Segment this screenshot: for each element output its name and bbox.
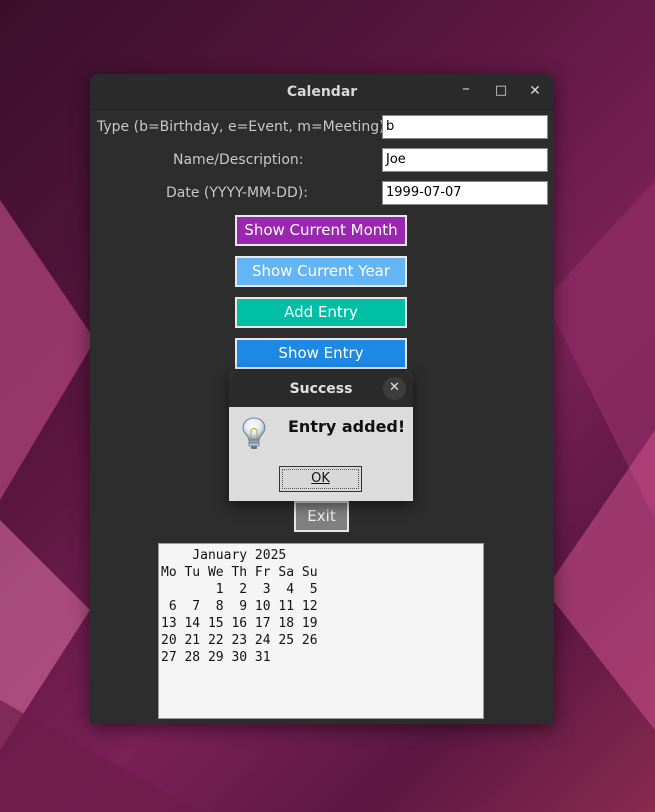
lightbulb-icon xyxy=(242,417,266,449)
ok-button[interactable]: OK xyxy=(279,466,362,492)
name-input[interactable]: Joe xyxy=(382,148,548,172)
show-current-year-button[interactable]: Show Current Year xyxy=(235,256,407,287)
window-title: Calendar xyxy=(286,84,358,100)
ok-button-label: OK xyxy=(311,471,330,486)
type-label: Type (b=Birthday, e=Event, m=Meeting): xyxy=(97,119,390,135)
date-label: Date (YYYY-MM-DD): xyxy=(166,185,308,201)
name-row: Name/Description: Joe xyxy=(90,148,554,172)
exit-button[interactable]: Exit xyxy=(294,501,349,532)
date-input[interactable]: 1999-07-07 xyxy=(382,181,548,205)
minimize-icon[interactable]: – xyxy=(457,79,475,97)
calendar-display[interactable]: January 2025 Mo Tu We Th Fr Sa Su 1 2 3 … xyxy=(158,543,484,719)
success-dialog: Success ✕ Entry added! OK xyxy=(229,371,413,501)
name-label: Name/Description: xyxy=(173,152,304,168)
wallpaper-shape xyxy=(0,200,95,500)
dialog-message: Entry added! xyxy=(288,417,406,436)
dialog-close-icon[interactable]: ✕ xyxy=(383,377,406,400)
dialog-titlebar[interactable]: Success ✕ xyxy=(229,371,413,407)
close-icon[interactable]: ✕ xyxy=(526,83,544,99)
wallpaper-shape xyxy=(545,430,655,730)
window-titlebar[interactable]: Calendar – □ ✕ xyxy=(90,74,554,110)
maximize-icon[interactable]: □ xyxy=(492,83,510,98)
add-entry-button[interactable]: Add Entry xyxy=(235,297,407,328)
type-input[interactable]: b xyxy=(382,115,548,139)
date-row: Date (YYYY-MM-DD): 1999-07-07 xyxy=(90,181,554,205)
show-current-month-button[interactable]: Show Current Month xyxy=(235,215,407,246)
type-row: Type (b=Birthday, e=Event, m=Meeting): b xyxy=(90,115,554,139)
show-entry-button[interactable]: Show Entry xyxy=(235,338,407,369)
